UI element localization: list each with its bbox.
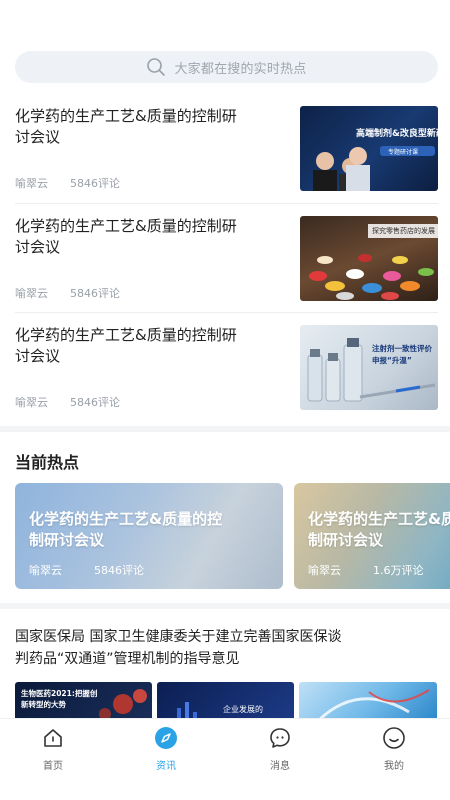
article-item[interactable]: 化学药的生产工艺&质量的控制研讨会议 喻翠云 5846评论 注射剂一致性评价申报“… — [15, 325, 438, 411]
article-meta: 喻翠云 5846评论 — [15, 394, 120, 410]
article-author: 喻翠云 — [15, 287, 48, 300]
thumbnail-subcaption: 专题研讨课 — [388, 149, 419, 156]
tab-profile[interactable]: 我的 — [364, 726, 424, 772]
search-placeholder: 大家都在搜的实时热点 — [174, 61, 307, 77]
article-meta: 喻翠云 5846评论 — [15, 285, 120, 301]
news-image: 生物医药2021:把握创新转型的大势 — [15, 682, 152, 722]
article-title: 化学药的生产工艺&质量的控制研讨会议 — [15, 107, 237, 146]
article-comments: 5846评论 — [70, 396, 120, 409]
section-divider — [0, 426, 450, 432]
thumbnail-caption: 注射剂一致性评价申报“升温” — [372, 344, 432, 365]
tab-label: 我的 — [384, 761, 404, 772]
bottom-tab-bar: 首页 资讯 消息 我的 — [0, 718, 450, 800]
hot-card-comments: 1.6万评论 — [373, 564, 424, 577]
home-icon — [41, 726, 65, 754]
news-image: 企业发展的 — [157, 682, 294, 722]
compass-icon — [154, 726, 178, 754]
article-title: 化学药的生产工艺&质量的控制研讨会议 — [15, 217, 237, 256]
article-title: 化学药的生产工艺&质量的控制研讨会议 — [15, 326, 237, 365]
divider — [15, 312, 438, 313]
hot-card-title: 化学药的生产工艺&质量的控制研讨会议 — [308, 510, 450, 549]
search-icon — [146, 57, 166, 77]
section-divider — [0, 603, 450, 609]
tab-label: 资讯 — [156, 761, 176, 772]
hot-card[interactable]: 化学药的生产工艺&质量的控制研讨会议 喻翠云 5846评论 — [15, 483, 283, 589]
article-comments: 5846评论 — [70, 177, 120, 190]
tab-label: 首页 — [43, 761, 63, 772]
hot-card-meta: 喻翠云 5846评论 — [29, 562, 144, 578]
article-item[interactable]: 化学药的生产工艺&质量的控制研讨会议 喻翠云 5846评论 探究零售药店的发展 — [15, 216, 438, 302]
article-item[interactable]: 化学药的生产工艺&质量的控制研讨会议 喻翠云 5846评论 高端制剂&改良型新药 … — [15, 106, 438, 192]
article-meta: 喻翠云 5846评论 — [15, 175, 120, 191]
news-image-caption: 企业发展的 — [223, 705, 263, 714]
tab-news[interactable]: 资讯 — [136, 726, 196, 772]
tab-home[interactable]: 首页 — [23, 726, 83, 772]
news-image-caption: 生物医药2021:把握创新转型的大势 — [21, 689, 98, 709]
thumbnail-caption: 高端制剂&改良型新药 — [356, 129, 438, 139]
article-comments: 5846评论 — [70, 287, 120, 300]
tab-label: 消息 — [270, 761, 290, 772]
article-thumbnail: 探究零售药店的发展 — [300, 216, 438, 301]
hot-card-author: 喻翠云 — [308, 564, 341, 577]
section-title: 当前热点 — [15, 453, 80, 472]
search-bar[interactable]: 大家都在搜的实时热点 — [15, 51, 438, 83]
article-thumbnail: 高端制剂&改良型新药 专题研讨课 — [300, 106, 438, 191]
news-image — [299, 682, 437, 722]
hot-card-title: 化学药的生产工艺&质量的控制研讨会议 — [29, 510, 223, 549]
profile-icon — [382, 726, 406, 754]
thumbnail-caption: 探究零售药店的发展 — [372, 227, 435, 235]
hot-card-author: 喻翠云 — [29, 564, 62, 577]
hot-card[interactable]: 化学药的生产工艺&质量的控制研讨会议 喻翠云 1.6万评论 — [294, 483, 450, 589]
hot-card-comments: 5846评论 — [94, 564, 144, 577]
divider — [15, 203, 438, 204]
article-thumbnail: 注射剂一致性评价申报“升温” — [300, 325, 438, 410]
article-author: 喻翠云 — [15, 177, 48, 190]
tab-messages[interactable]: 消息 — [250, 726, 310, 772]
message-icon — [268, 726, 292, 754]
news-title[interactable]: 国家医保局 国家卫生健康委关于建立完善国家医保谈判药品“双通道”管理机制的指导意… — [15, 626, 345, 670]
article-author: 喻翠云 — [15, 396, 48, 409]
hot-card-meta: 喻翠云 1.6万评论 — [308, 562, 424, 578]
